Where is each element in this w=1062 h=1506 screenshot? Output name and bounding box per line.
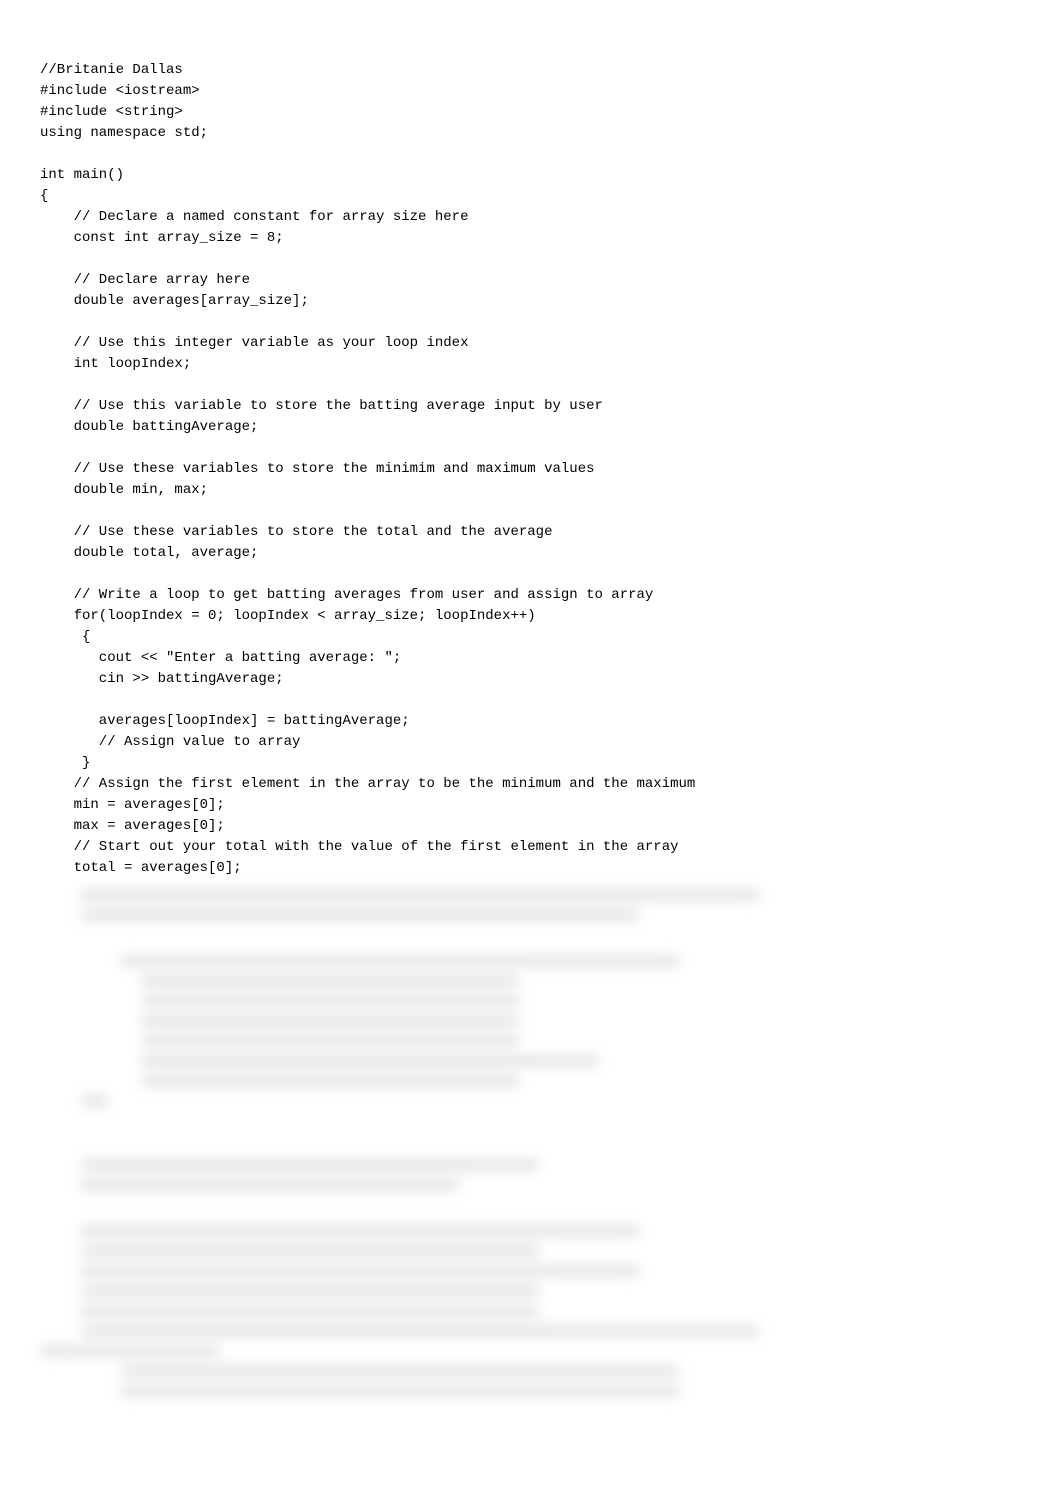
- obscured-line: [40, 1345, 220, 1357]
- obscured-line: [80, 1225, 640, 1237]
- obscured-code-section: [40, 889, 1022, 1397]
- source-code: //Britanie Dallas #include <iostream> #i…: [40, 60, 1022, 879]
- obscured-line: [120, 1365, 680, 1377]
- obscured-line: [120, 955, 680, 967]
- obscured-line: [80, 909, 640, 921]
- obscured-line: [80, 1245, 540, 1257]
- obscured-line: [140, 1035, 520, 1047]
- obscured-line: [140, 1015, 520, 1027]
- obscured-line: [140, 1075, 520, 1087]
- obscured-line: [80, 1305, 540, 1317]
- obscured-line: [80, 1095, 110, 1107]
- obscured-line: [80, 1265, 640, 1277]
- obscured-line: [80, 1285, 540, 1297]
- obscured-line: [80, 1179, 460, 1191]
- obscured-line: [140, 1055, 600, 1067]
- obscured-line: [80, 1159, 540, 1171]
- obscured-line: [80, 1325, 760, 1337]
- code-text: //Britanie Dallas #include <iostream> #i…: [40, 62, 695, 876]
- obscured-line: [80, 889, 760, 901]
- obscured-line: [120, 1385, 680, 1397]
- obscured-line: [140, 995, 520, 1007]
- obscured-line: [140, 975, 520, 987]
